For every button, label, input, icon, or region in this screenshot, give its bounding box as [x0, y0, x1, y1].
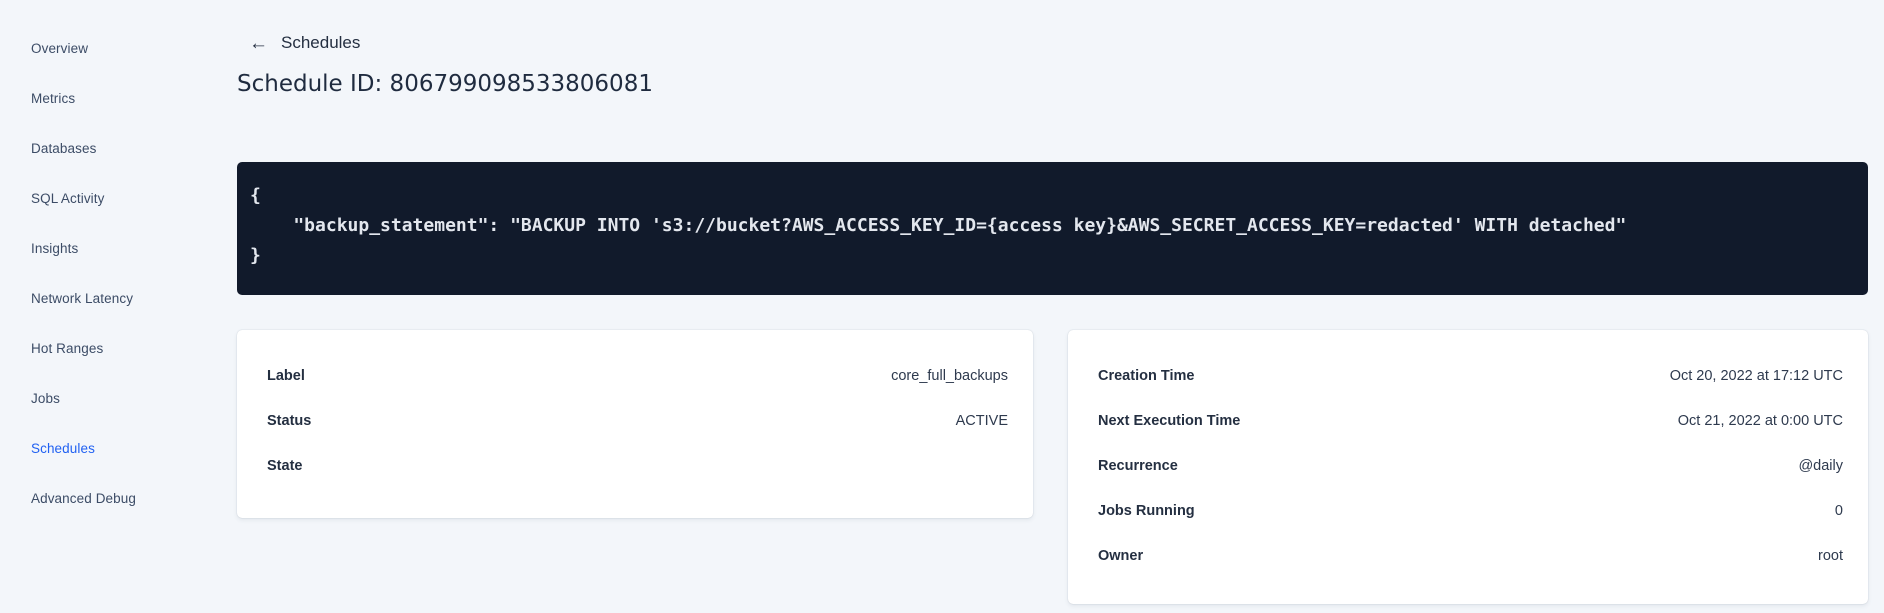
- sidebar-item-advanced-debug[interactable]: Advanced Debug: [0, 473, 237, 523]
- detail-label: Recurrence: [1098, 457, 1178, 474]
- schedule-timing-card: Creation Time Oct 20, 2022 at 17:12 UTC …: [1068, 330, 1868, 604]
- code-line: "backup_statement": "BACKUP INTO 's3://b…: [250, 215, 1627, 236]
- sidebar-item-insights[interactable]: Insights: [0, 223, 237, 273]
- detail-row-owner: Owner root: [1098, 533, 1843, 578]
- detail-value: root: [1818, 547, 1843, 564]
- sidebar-item-hot-ranges[interactable]: Hot Ranges: [0, 323, 237, 373]
- sidebar-item-metrics[interactable]: Metrics: [0, 73, 237, 123]
- sidebar-item-overview[interactable]: Overview: [0, 23, 237, 73]
- detail-value: @daily: [1798, 457, 1843, 474]
- detail-value: ACTIVE: [955, 412, 1008, 429]
- detail-label: State: [267, 457, 303, 474]
- code-line: {: [250, 185, 261, 206]
- detail-row-next-execution-time: Next Execution Time Oct 21, 2022 at 0:00…: [1098, 398, 1843, 443]
- detail-label: Next Execution Time: [1098, 412, 1241, 429]
- schedule-details-card: Label core_full_backups Status ACTIVE St…: [237, 330, 1033, 518]
- sidebar-nav: Overview Metrics Databases SQL Activity …: [0, 0, 237, 613]
- sidebar-item-network-latency[interactable]: Network Latency: [0, 273, 237, 323]
- sidebar-item-jobs[interactable]: Jobs: [0, 373, 237, 423]
- sidebar-item-databases[interactable]: Databases: [0, 123, 237, 173]
- detail-row-status: Status ACTIVE: [267, 398, 1008, 443]
- sidebar-item-sql-activity[interactable]: SQL Activity: [0, 173, 237, 223]
- detail-value: core_full_backups: [891, 367, 1008, 384]
- backup-statement-code-block: { "backup_statement": "BACKUP INTO 's3:/…: [237, 162, 1868, 295]
- detail-value: Oct 20, 2022 at 17:12 UTC: [1669, 367, 1843, 384]
- detail-label: Owner: [1098, 547, 1144, 564]
- detail-row-state: State: [267, 443, 1008, 488]
- detail-label: Status: [267, 412, 312, 429]
- detail-label: Jobs Running: [1098, 502, 1195, 519]
- detail-row-recurrence: Recurrence @daily: [1098, 443, 1843, 488]
- detail-row-label: Label core_full_backups: [267, 353, 1008, 398]
- detail-value: Oct 21, 2022 at 0:00 UTC: [1677, 412, 1843, 429]
- detail-row-creation-time: Creation Time Oct 20, 2022 at 17:12 UTC: [1098, 353, 1843, 398]
- code-line: }: [250, 245, 261, 266]
- detail-value: 0: [1834, 502, 1843, 519]
- detail-label: Label: [267, 367, 305, 384]
- back-to-schedules-link[interactable]: ← Schedules: [249, 33, 360, 53]
- back-arrow-icon: ←: [249, 32, 268, 54]
- sidebar-item-schedules[interactable]: Schedules: [0, 423, 237, 473]
- detail-label: Creation Time: [1098, 367, 1195, 384]
- page-title: Schedule ID: 806799098533806081: [237, 71, 653, 97]
- back-link-label: Schedules: [281, 33, 361, 52]
- detail-row-jobs-running: Jobs Running 0: [1098, 488, 1843, 533]
